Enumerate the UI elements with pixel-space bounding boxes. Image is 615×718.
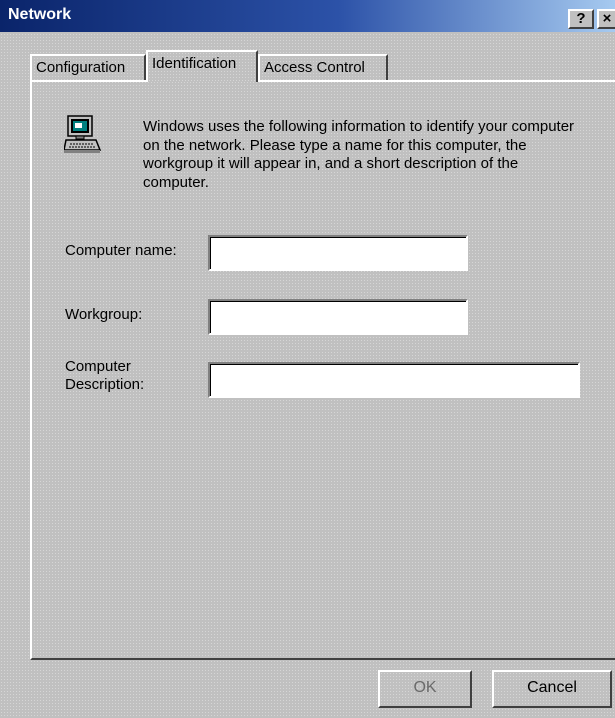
ok-button[interactable]: OK xyxy=(378,670,472,708)
workgroup-label: Workgroup: xyxy=(65,306,143,323)
identification-description: Windows uses the following information t… xyxy=(143,118,575,191)
close-icon: × xyxy=(602,10,612,27)
help-button[interactable]: ? xyxy=(568,9,594,29)
help-icon: ? xyxy=(576,10,586,27)
computer-description-field[interactable] xyxy=(208,362,580,398)
cancel-button[interactable]: Cancel xyxy=(492,670,612,708)
computer-name-field[interactable] xyxy=(208,235,468,271)
title-bar[interactable]: Network ? × xyxy=(0,0,615,32)
window-title: Network xyxy=(8,6,72,23)
tab-configuration[interactable]: Configuration xyxy=(30,54,146,80)
network-dialog: Network ? × Configuration Identification… xyxy=(0,0,615,718)
workgroup-field[interactable] xyxy=(208,299,468,335)
close-button[interactable]: × xyxy=(597,9,615,29)
tab-access-control[interactable]: Access Control xyxy=(258,54,388,80)
tab-identification[interactable]: Identification xyxy=(146,50,258,82)
computer-description-label-line2: Description: xyxy=(65,376,145,393)
tab-identification-label: Identification xyxy=(152,55,237,72)
tab-access-control-label: Access Control xyxy=(264,59,365,76)
computer-name-label: Computer name: xyxy=(65,242,177,259)
tab-configuration-label: Configuration xyxy=(36,59,126,76)
computer-description-label-line1: Computer xyxy=(65,358,131,375)
computer-description-label: Computer Description: xyxy=(65,358,185,394)
computer-icon xyxy=(64,115,102,153)
